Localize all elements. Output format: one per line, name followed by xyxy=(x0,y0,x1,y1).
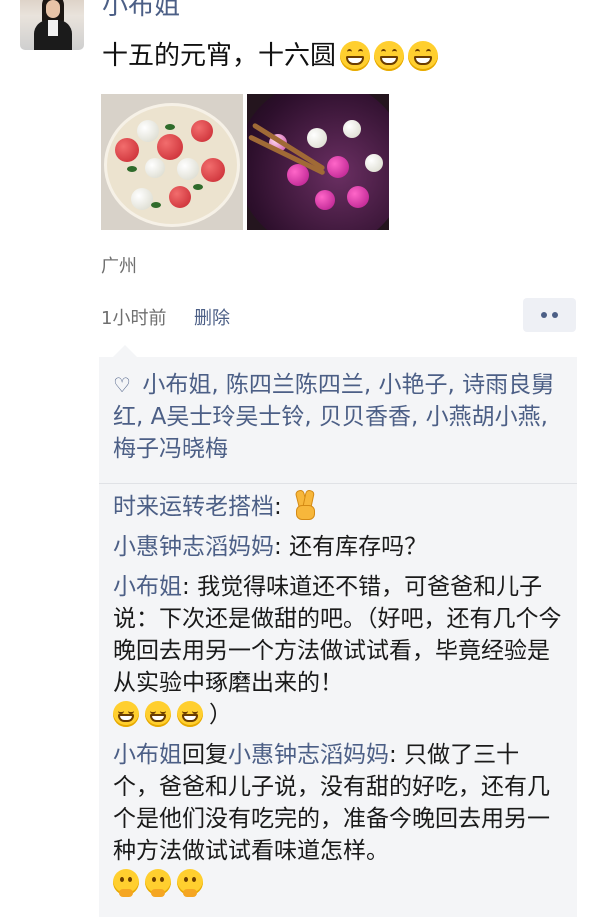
comment-separator: : xyxy=(274,494,290,520)
comment-author[interactable]: 小布姐 xyxy=(113,574,182,600)
dot-icon xyxy=(552,312,558,318)
more-options-button[interactable] xyxy=(523,298,576,332)
thinking-face-icon xyxy=(145,869,171,897)
reply-target[interactable]: 小惠钟志滔妈妈 xyxy=(228,742,389,768)
comment-item[interactable]: 小布姐: 我觉得味道还不错，可爸爸和儿子说：下次还是做甜的吧。（好吧，还有几个今… xyxy=(113,571,565,731)
divider xyxy=(99,483,577,484)
comment-separator: : xyxy=(389,742,405,768)
comment-item[interactable]: 小布姐回复小惠钟志滔妈妈: 只做了三十个，爸爸和儿子说，没有甜的好吃，还有几个是… xyxy=(113,739,565,899)
post-text: 十五的元宵，十六圆 xyxy=(102,38,439,74)
delete-link[interactable]: 删除 xyxy=(194,304,230,330)
squinting-grin-icon xyxy=(177,701,203,727)
comment-item[interactable]: 时来运转老搭档: xyxy=(113,489,565,523)
grinning-face-icon xyxy=(408,41,439,71)
likes-names[interactable]: 小布姐, 陈四兰陈四兰, 小艳子, 诗雨良舅红, A吴士玲吴士铃, 贝贝香香, … xyxy=(113,372,554,462)
squinting-grin-icon xyxy=(113,701,139,727)
comment-separator: : xyxy=(274,534,290,560)
thinking-face-icon xyxy=(177,869,203,897)
post-text-content: 十五的元宵，十六圆 xyxy=(102,41,337,71)
likes-list: ♡ 小布姐, 陈四兰陈四兰, 小艳子, 诗雨良舅红, A吴士玲吴士铃, 贝贝香香… xyxy=(113,369,565,465)
post-photo-soup[interactable] xyxy=(101,94,243,230)
heart-icon: ♡ xyxy=(113,373,131,397)
victory-hand-icon xyxy=(291,489,317,520)
reply-word: 回复 xyxy=(182,742,228,768)
comment-list: 时来运转老搭档: 小惠钟志滔妈妈: 还有库存吗？ 小布姐: 我觉得味道还不错，可… xyxy=(113,489,565,907)
comment-text-tail: ） xyxy=(209,702,232,728)
thinking-face-icon xyxy=(113,869,139,897)
post-photo-pot[interactable] xyxy=(247,94,389,230)
grinning-face-icon xyxy=(374,41,405,71)
dot-icon xyxy=(541,312,547,318)
comment-author[interactable]: 小布姐 xyxy=(113,742,182,768)
squinting-grin-icon xyxy=(145,701,171,727)
grinning-face-icon xyxy=(340,41,371,71)
post-timestamp: 1小时前 xyxy=(101,308,167,329)
comment-author[interactable]: 小惠钟志滔妈妈 xyxy=(113,534,274,560)
comment-text: 还有库存吗？ xyxy=(289,534,428,560)
comment-item[interactable]: 小惠钟志滔妈妈: 还有库存吗？ xyxy=(113,531,565,563)
post-location[interactable]: 广州 xyxy=(101,252,137,278)
avatar[interactable] xyxy=(20,0,84,50)
comment-separator: : xyxy=(182,574,198,600)
comment-author[interactable]: 时来运转老搭档 xyxy=(113,494,274,520)
interaction-panel: ♡ 小布姐, 陈四兰陈四兰, 小艳子, 诗雨良舅红, A吴士玲吴士铃, 贝贝香香… xyxy=(99,345,577,917)
post-author-name[interactable]: 小布姐 xyxy=(102,0,180,22)
